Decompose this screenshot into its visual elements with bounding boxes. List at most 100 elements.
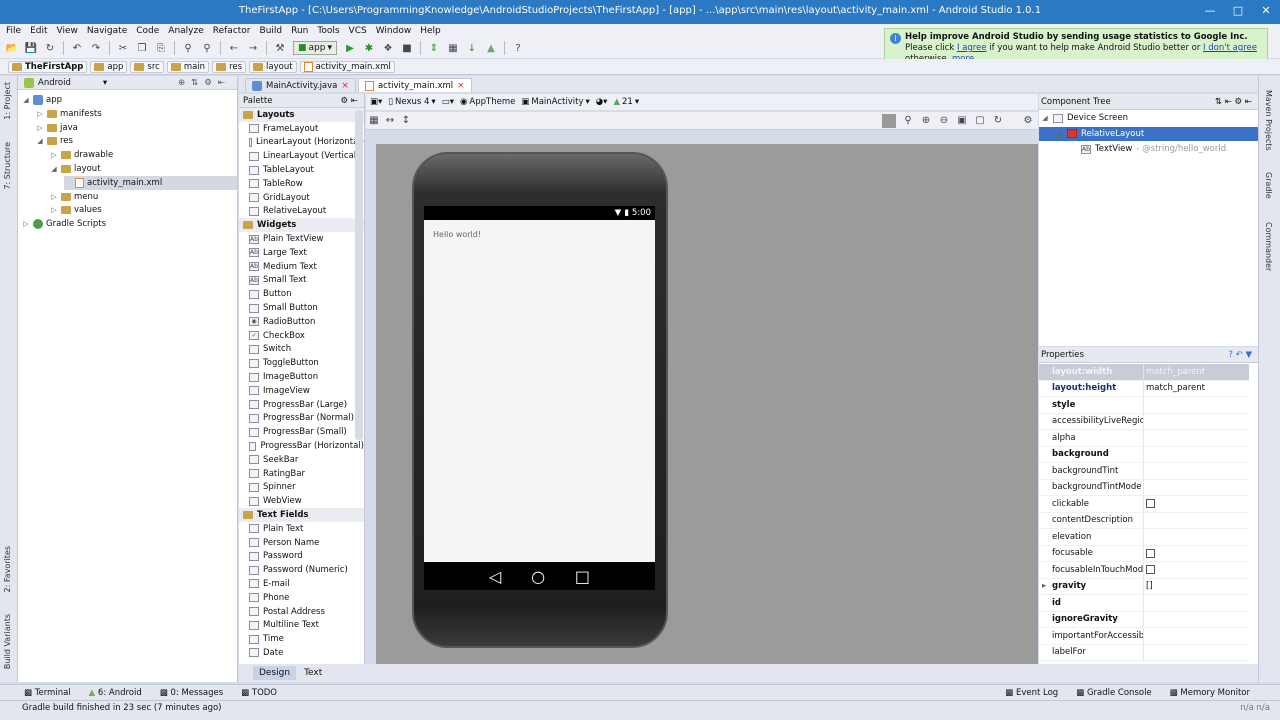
agree-link[interactable]: I agree	[957, 43, 987, 53]
menu-item-build[interactable]: Build	[260, 26, 283, 36]
gradle-console-tool-button[interactable]: ▩ Gradle Console	[1076, 688, 1151, 698]
palette-item[interactable]: ◉ RadioButton	[239, 315, 364, 329]
menu-item-vcs[interactable]: VCS	[349, 26, 367, 36]
menu-item-run[interactable]: Run	[291, 26, 308, 36]
property-value[interactable]	[1143, 413, 1249, 429]
layout-file-dropdown[interactable]: ▣▾	[370, 97, 382, 107]
tab-text[interactable]: Text	[298, 666, 328, 680]
zoom-out-icon[interactable]: ⊖	[938, 115, 950, 127]
save-icon[interactable]: 💾	[25, 42, 37, 54]
palette-item[interactable]: ProgressBar (Normal)	[239, 412, 364, 426]
property-value[interactable]	[1143, 545, 1249, 561]
property-value[interactable]	[1143, 496, 1249, 512]
palette-item[interactable]: LinearLayout (Horizontal)	[239, 136, 364, 150]
tree-item[interactable]: ▷ menu	[50, 190, 98, 204]
property-row[interactable]: accessibilityLiveRegion	[1039, 413, 1249, 430]
help-icon[interactable]: ?	[512, 42, 524, 54]
property-row[interactable]: background	[1039, 446, 1249, 463]
palette-item[interactable]: Phone	[239, 591, 364, 605]
property-value[interactable]	[1143, 611, 1249, 627]
breadcrumb-item[interactable]: activity_main.xml	[299, 60, 395, 73]
sync-icon[interactable]: ↻	[44, 42, 56, 54]
property-row[interactable]: importantForAccessibility	[1039, 628, 1249, 645]
editor-tab[interactable]: activity_main.xml ×	[357, 78, 472, 92]
sdk-manager-icon[interactable]: ↓	[466, 42, 478, 54]
make-icon[interactable]: ⚒	[274, 42, 286, 54]
palette-item[interactable]: RelativeLayout	[239, 205, 364, 219]
menu-item-tools[interactable]: Tools	[317, 26, 339, 36]
orientation-dropdown[interactable]: ▭▾	[442, 97, 454, 107]
palette-item[interactable]: TableRow	[239, 177, 364, 191]
property-row[interactable]: style	[1039, 397, 1249, 414]
memory-monitor-tool-button[interactable]: ▩ Memory Monitor	[1170, 688, 1250, 698]
property-row[interactable]: elevation	[1039, 529, 1249, 546]
chevron-right-icon[interactable]: ▷	[22, 220, 30, 228]
component-tree-item[interactable]: Ab TextView - @string/hello_world	[1039, 142, 1226, 156]
fit-icon[interactable]: ↕	[400, 115, 412, 127]
tree-item[interactable]: ▷ drawable	[50, 148, 113, 162]
properties-actions-icon[interactable]: ? ↶ ▼	[1228, 350, 1252, 360]
palette-item[interactable]: Postal Address	[239, 605, 364, 619]
property-value[interactable]	[1143, 463, 1249, 479]
menu-item-edit[interactable]: Edit	[30, 26, 47, 36]
palette-item[interactable]: Password	[239, 550, 364, 564]
chevron-right-icon[interactable]: ▷	[50, 151, 58, 159]
palette-item[interactable]: Ab Plain TextView	[239, 232, 364, 246]
property-row[interactable]: layout:height match_parent	[1039, 380, 1249, 397]
close-icon[interactable]: ✕	[1252, 0, 1280, 20]
chevron-right-icon[interactable]: ▸	[1042, 581, 1046, 591]
palette-group[interactable]: Layouts	[239, 108, 364, 122]
property-row[interactable]: id	[1039, 595, 1249, 612]
menu-item-analyze[interactable]: Analyze	[168, 26, 203, 36]
palette-group[interactable]: Widgets	[239, 218, 364, 233]
chevron-right-icon[interactable]: ▷	[36, 110, 44, 118]
api-dropdown[interactable]: ▲ 21 ▾	[613, 97, 639, 107]
tree-item[interactable]: ▷ java	[36, 121, 78, 135]
property-row[interactable]: contentDescription	[1039, 512, 1249, 529]
property-value[interactable]: []	[1143, 578, 1249, 594]
breadcrumb-item[interactable]: src	[130, 60, 164, 73]
tab-design[interactable]: Design	[253, 666, 297, 680]
chevron-right-icon[interactable]: ▷	[50, 193, 58, 201]
zoom-actual-icon[interactable]: ⚲	[902, 115, 914, 127]
settings-icon[interactable]: ⚙	[1022, 115, 1034, 127]
property-value[interactable]	[1143, 430, 1249, 446]
palette-item[interactable]: ToggleButton	[239, 356, 364, 370]
component-tree-item[interactable]: ◢ RelativeLayout	[1039, 126, 1258, 141]
redo-icon[interactable]: ↷	[90, 42, 102, 54]
tree-item[interactable]: ◢ app	[22, 93, 62, 107]
menu-item-window[interactable]: Window	[376, 26, 412, 36]
panel-actions-icon[interactable]: ⊕⇅⚙⇤	[178, 78, 231, 88]
device-dropdown[interactable]: ▯ Nexus 4 ▾	[388, 97, 435, 107]
undo-icon[interactable]: ↶	[71, 42, 83, 54]
commander-side-tab[interactable]: Commander	[1264, 222, 1273, 271]
phone-screen[interactable]	[424, 220, 655, 562]
palette-item[interactable]: Spinner	[239, 481, 364, 495]
gradle-side-tab[interactable]: Gradle	[1264, 172, 1273, 199]
copy-icon[interactable]: ❐	[136, 42, 148, 54]
build-variants-side-tab[interactable]: Build Variants	[3, 614, 12, 669]
editor-tab[interactable]: MainActivity.java ×	[245, 78, 356, 92]
palette-item[interactable]: LinearLayout (Vertical)	[239, 149, 364, 163]
breadcrumb-item[interactable]: res	[212, 60, 247, 73]
palette-item[interactable]: FrameLayout	[239, 122, 364, 136]
chevron-right-icon[interactable]: ▷	[50, 206, 58, 214]
tree-actions-icon[interactable]: ⇅ ⇤ ⚙ ⇤	[1215, 97, 1252, 107]
property-checkbox[interactable]	[1146, 548, 1155, 558]
property-row[interactable]: backgroundTintMode	[1039, 479, 1249, 496]
palette-item[interactable]: TableLayout	[239, 163, 364, 177]
sync-gradle-icon[interactable]: ⇕	[428, 42, 440, 54]
run-config-dropdown[interactable]: ■ app ▾	[293, 41, 337, 55]
cut-icon[interactable]: ✂	[117, 42, 129, 54]
structure-side-tab[interactable]: 7: Structure	[3, 142, 12, 190]
screenshot-icon[interactable]: ▢	[974, 115, 986, 127]
property-value[interactable]	[1143, 562, 1249, 578]
property-row[interactable]: alpha	[1039, 430, 1249, 447]
palette-item[interactable]: Multiline Text	[239, 618, 364, 632]
palette-item[interactable]: Password (Numeric)	[239, 563, 364, 577]
menu-item-file[interactable]: File	[6, 26, 21, 36]
palette-item[interactable]: ✓ CheckBox	[239, 329, 364, 343]
property-checkbox[interactable]	[1146, 565, 1155, 575]
back-icon[interactable]: ←	[228, 42, 240, 54]
palette-item[interactable]: Date	[239, 646, 364, 660]
